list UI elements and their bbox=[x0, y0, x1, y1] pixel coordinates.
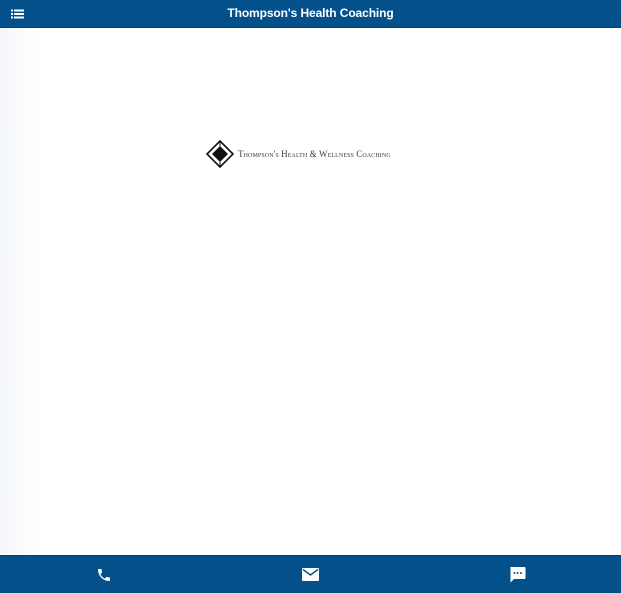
call-button[interactable] bbox=[0, 556, 207, 593]
mail-icon bbox=[302, 568, 319, 581]
email-button[interactable] bbox=[207, 556, 414, 593]
top-app-bar: Thompson's Health Coaching bbox=[0, 0, 621, 28]
diamond-logo-icon bbox=[206, 140, 234, 168]
chat-bubble-icon bbox=[510, 567, 526, 583]
app-title: Thompson's Health Coaching bbox=[227, 6, 394, 20]
main-content: Thompson's Health & Wellness Coaching bbox=[0, 28, 621, 554]
menu-button[interactable] bbox=[8, 5, 26, 22]
logo-text: Thompson's Health & Wellness Coaching bbox=[238, 149, 391, 159]
business-logo: Thompson's Health & Wellness Coaching bbox=[206, 140, 391, 168]
content-edge-shade bbox=[0, 28, 40, 554]
phone-icon bbox=[97, 568, 110, 581]
message-button[interactable] bbox=[414, 556, 621, 593]
bottom-action-bar bbox=[0, 555, 621, 593]
menu-list-icon bbox=[10, 9, 24, 18]
